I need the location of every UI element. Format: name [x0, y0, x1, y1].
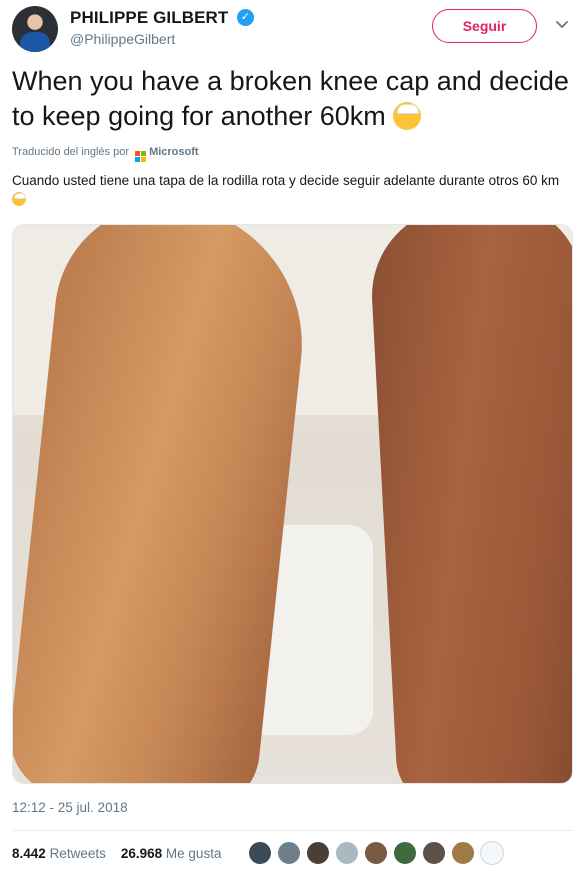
right-leg-shape — [367, 225, 572, 783]
tweet-timestamp[interactable]: 12:12 - 25 jul. 2018 — [12, 800, 128, 815]
avatar[interactable] — [277, 841, 301, 865]
avatar[interactable] — [451, 841, 475, 865]
likes-label[interactable]: Me gusta — [166, 846, 222, 861]
chevron-down-icon[interactable] — [555, 18, 569, 32]
author-handle[interactable]: @PhilippeGilbert — [70, 31, 175, 47]
microsoft-logo-icon — [135, 151, 147, 162]
tweet-stats: 8.442 Retweets 26.968 Me gusta — [12, 846, 221, 861]
tweet-text: When you have a broken knee cap and deci… — [12, 66, 569, 131]
tweet-header: PHILIPPE GILBERT ✓ @PhilippeGilbert Segu… — [12, 6, 573, 52]
avatar[interactable] — [393, 841, 417, 865]
avatar[interactable] — [480, 841, 504, 865]
likes-count[interactable]: 26.968 — [121, 846, 162, 861]
translated-text: Cuando usted tiene una tapa de la rodill… — [12, 171, 572, 209]
face-with-head-bandage-icon — [393, 102, 422, 130]
avatar[interactable] — [248, 841, 272, 865]
avatar[interactable] — [364, 841, 388, 865]
avatar[interactable] — [335, 841, 359, 865]
divider — [12, 830, 573, 831]
follow-button[interactable]: Seguir — [432, 9, 537, 43]
face-with-head-bandage-icon — [12, 192, 26, 206]
author-name[interactable]: PHILIPPE GILBERT — [70, 8, 228, 28]
author-avatar[interactable] — [12, 6, 58, 52]
verified-badge-icon: ✓ — [237, 9, 254, 26]
translation-attribution: Traducido del inglés por Microsoft — [12, 146, 199, 162]
avatar[interactable] — [306, 841, 330, 865]
retweets-count[interactable]: 8.442 — [12, 846, 46, 861]
retweets-label[interactable]: Retweets — [50, 846, 106, 861]
tweet-photo[interactable] — [12, 224, 573, 784]
avatar[interactable] — [422, 841, 446, 865]
